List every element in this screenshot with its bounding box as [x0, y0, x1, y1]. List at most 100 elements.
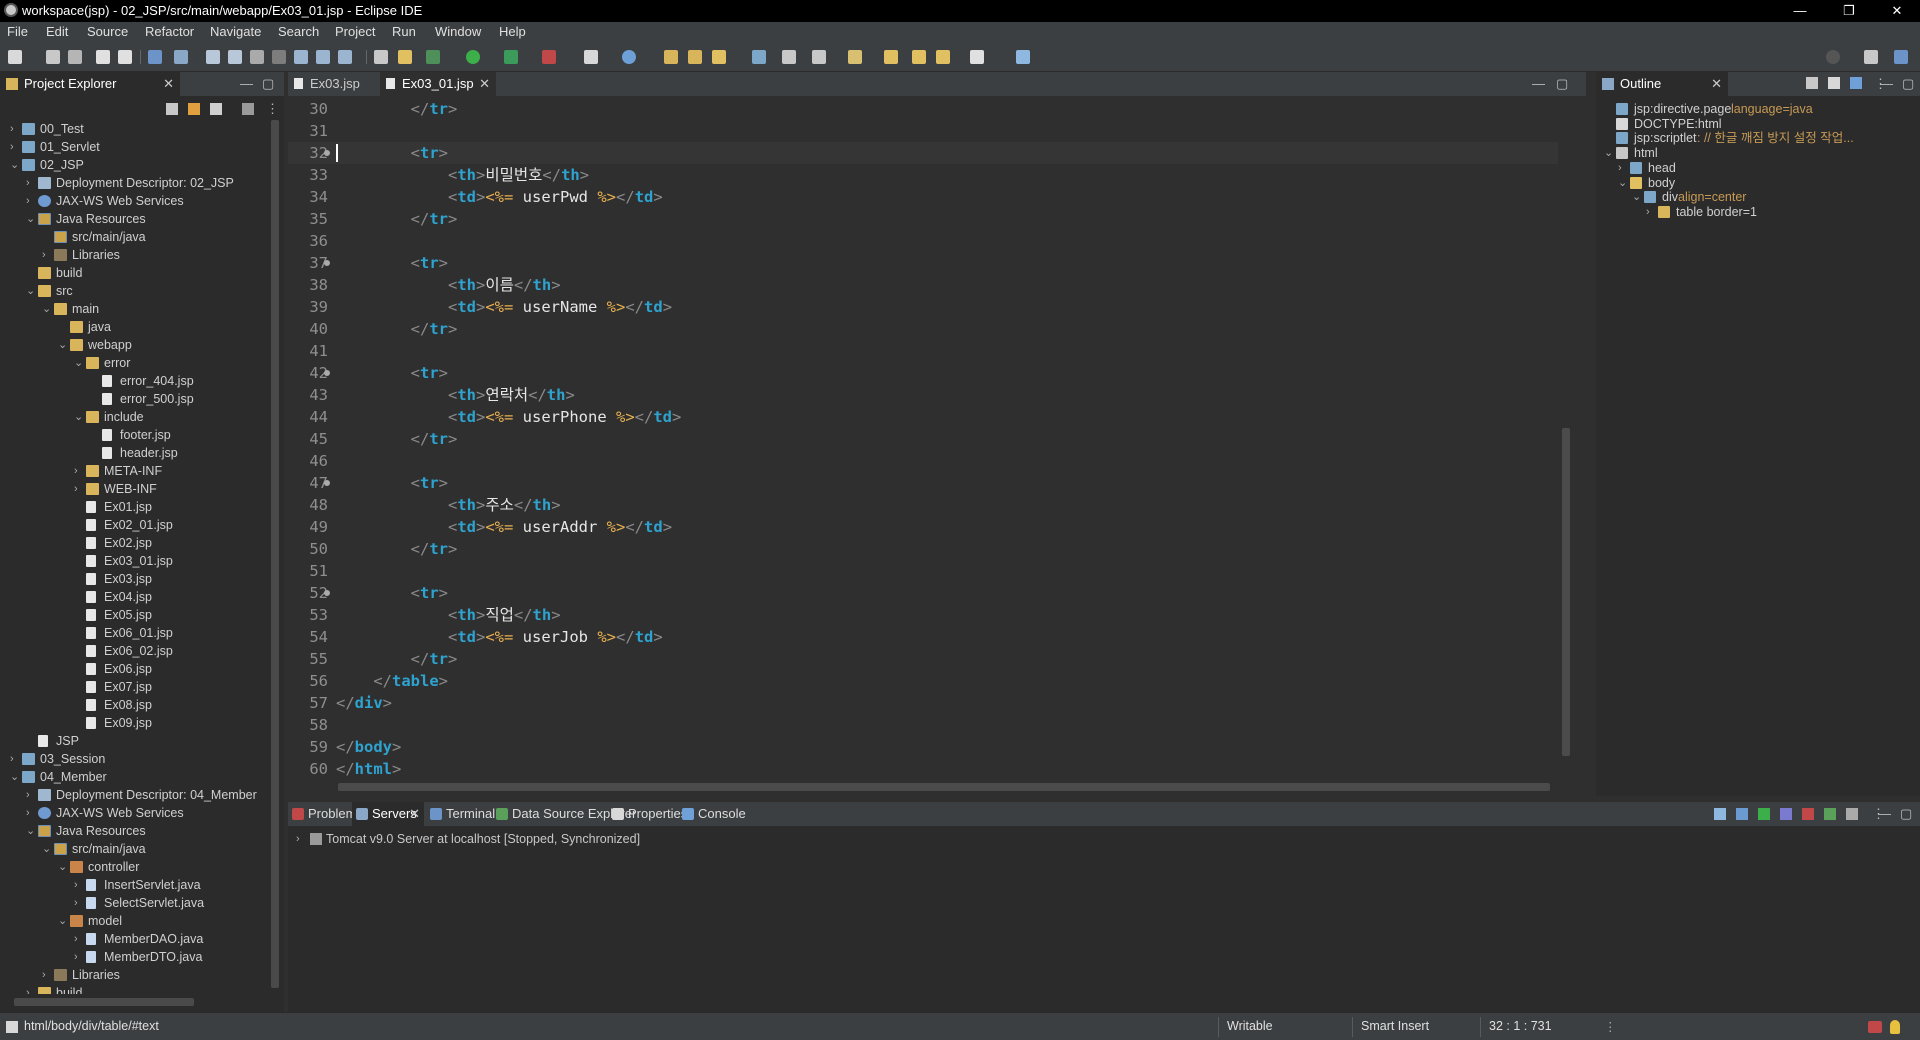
tree-item[interactable]: › 00_Test [0, 120, 266, 138]
menu-navigate[interactable]: Navigate [210, 24, 261, 39]
collapse-all-icon[interactable] [1828, 77, 1840, 89]
expand-icon[interactable]: › [74, 930, 84, 948]
globe-icon[interactable] [622, 50, 636, 64]
save-icon[interactable] [46, 50, 60, 64]
tree-item[interactable]: › JAX-WS Web Services [0, 804, 266, 822]
tree-item[interactable]: Ex02.jsp [0, 534, 266, 552]
tree-item[interactable]: › META-INF [0, 462, 266, 480]
save-all-icon[interactable] [68, 50, 82, 64]
tree-item[interactable]: Ex06_01.jsp [0, 624, 266, 642]
tree-item[interactable]: Ex08.jsp [0, 696, 266, 714]
open-type-icon[interactable] [374, 50, 388, 64]
search-web-icon[interactable] [752, 50, 766, 64]
skip-breakpoints-icon[interactable] [174, 50, 188, 64]
disconnect-icon[interactable] [272, 50, 286, 64]
tree-item[interactable]: › MemberDTO.java [0, 948, 266, 966]
tree-item[interactable]: ⌄ src [0, 282, 266, 300]
expand-icon[interactable]: › [10, 138, 20, 156]
fold-toggle-icon[interactable] [324, 150, 330, 156]
tree-item[interactable]: ⌄ 04_Member [0, 768, 266, 786]
menu-search[interactable]: Search [278, 24, 319, 39]
link-with-editor-icon[interactable] [1850, 77, 1862, 89]
close-icon[interactable]: ✕ [163, 72, 174, 96]
pen-icon[interactable] [712, 50, 726, 64]
tree-item[interactable]: › 01_Servlet [0, 138, 266, 156]
focus-icon[interactable] [242, 103, 254, 115]
tip-lightbulb-icon[interactable] [1890, 1020, 1900, 1034]
collapse-icon[interactable]: ⌄ [74, 354, 84, 372]
editor-tab-ex03_01-jsp[interactable]: Ex03_01.jsp ✕ [380, 72, 496, 96]
filter-icon[interactable] [210, 103, 222, 115]
publish-icon[interactable] [1824, 808, 1836, 820]
tree-item[interactable]: Ex01.jsp [0, 498, 266, 516]
back-icon[interactable] [912, 50, 926, 64]
collapse-icon[interactable]: ⌄ [10, 156, 20, 174]
minimize-panel-button[interactable]: — [1878, 806, 1891, 821]
expand-icon[interactable]: › [26, 786, 36, 804]
outline-item[interactable]: › table border=1 [1596, 203, 1916, 221]
collapse-icon[interactable]: ⌄ [74, 408, 84, 426]
collapse-icon[interactable]: ⌄ [58, 912, 68, 930]
redo-icon[interactable] [118, 50, 132, 64]
prev-annotation-icon[interactable] [848, 50, 862, 64]
collapse-icon[interactable]: ⌄ [42, 300, 52, 318]
tree-item[interactable]: Ex02_01.jsp [0, 516, 266, 534]
view-menu-icon[interactable]: ⋮ [266, 101, 279, 117]
menu-edit[interactable]: Edit [46, 24, 68, 39]
menu-refactor[interactable]: Refactor [145, 24, 194, 39]
tree-item[interactable]: Ex04.jsp [0, 588, 266, 606]
editor-vertical-scrollbar[interactable] [1558, 102, 1574, 774]
close-icon[interactable]: ✕ [1711, 72, 1722, 96]
project-tree-horizontal-scrollbar[interactable] [0, 994, 268, 1010]
expand-icon[interactable]: › [10, 120, 20, 138]
start-server-icon[interactable] [1758, 808, 1770, 820]
maximize-view-button[interactable]: ▢ [262, 76, 274, 92]
expand-icon[interactable]: › [26, 192, 36, 210]
tree-item[interactable]: JSP [0, 732, 266, 750]
navigate-forward-icon[interactable] [970, 50, 984, 64]
undo-icon[interactable] [96, 50, 110, 64]
menu-window[interactable]: Window [435, 24, 481, 39]
tab-outline[interactable]: Outline ✕ [1596, 72, 1728, 96]
scrollbar-thumb[interactable] [14, 998, 194, 1006]
maximize-view-button[interactable]: ▢ [1902, 76, 1914, 92]
collapse-icon[interactable]: ⌄ [26, 822, 36, 840]
expand-icon[interactable]: › [74, 462, 84, 480]
expand-icon[interactable]: › [296, 830, 300, 848]
expand-icon[interactable]: › [26, 804, 36, 822]
tree-item[interactable]: › Libraries [0, 246, 266, 264]
editor-horizontal-scrollbar[interactable] [336, 780, 1558, 794]
tree-item[interactable]: Ex06.jsp [0, 660, 266, 678]
tree-item[interactable]: ⌄ main [0, 300, 266, 318]
stop-server-icon[interactable] [1802, 808, 1814, 820]
tree-item[interactable]: › Deployment Descriptor: 02_JSP [0, 174, 266, 192]
tab-data-source-explorer[interactable]: Data Source Explorer [492, 802, 636, 826]
fold-toggle-icon[interactable] [324, 370, 330, 376]
collapse-all-icon[interactable] [166, 103, 178, 115]
tree-item[interactable]: error_404.jsp [0, 372, 266, 390]
expand-icon[interactable]: › [42, 246, 52, 264]
collapse-icon[interactable]: ⌄ [58, 336, 68, 354]
tree-item[interactable]: › MemberDAO.java [0, 930, 266, 948]
tree-item[interactable]: › InsertServlet.java [0, 876, 266, 894]
tree-item[interactable]: › WEB-INF [0, 480, 266, 498]
resume-icon[interactable] [206, 50, 220, 64]
tree-item[interactable]: ⌄ webapp [0, 336, 266, 354]
open-file-icon[interactable] [688, 50, 702, 64]
collapse-icon[interactable]: ⌄ [10, 768, 20, 786]
fold-toggle-icon[interactable] [324, 590, 330, 596]
open-task-icon[interactable] [398, 50, 412, 64]
next-annotation-icon[interactable] [812, 50, 826, 64]
tree-item[interactable]: ⌄ include [0, 408, 266, 426]
fold-toggle-icon[interactable] [324, 260, 330, 266]
menu-help[interactable]: Help [499, 24, 526, 39]
pin-editor-icon[interactable] [1016, 50, 1030, 64]
tree-item[interactable]: ⌄ controller [0, 858, 266, 876]
open-folder-icon[interactable] [664, 50, 678, 64]
external-tools-icon[interactable] [542, 50, 556, 64]
tree-item[interactable]: Ex07.jsp [0, 678, 266, 696]
restore-button[interactable]: ❐ [1826, 0, 1872, 22]
new-icon[interactable] [8, 50, 22, 64]
tree-item[interactable]: build [0, 264, 266, 282]
tree-item[interactable]: Ex05.jsp [0, 606, 266, 624]
